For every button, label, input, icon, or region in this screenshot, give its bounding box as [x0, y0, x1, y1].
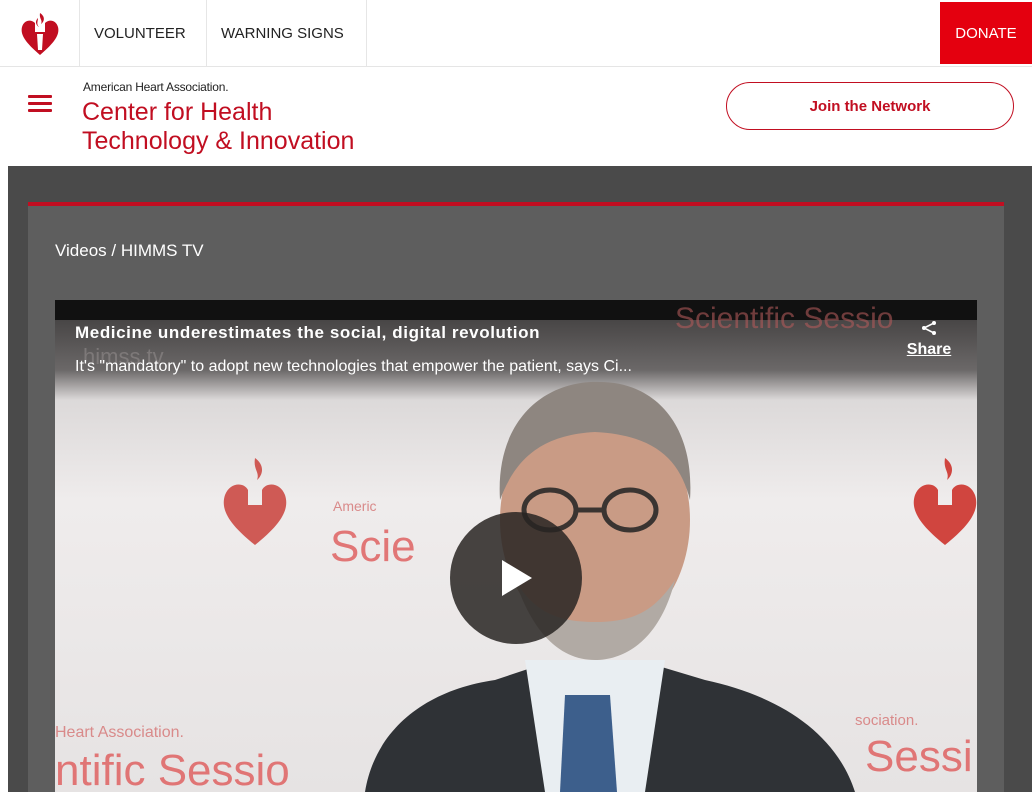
bg-sessions-right-text: Sessi [865, 732, 973, 781]
center-brand-title[interactable]: Center for Health Technology & Innovatio… [82, 98, 354, 156]
bg-heart-logo-left [223, 458, 287, 545]
share-label: Share [906, 341, 952, 358]
hamburger-menu-icon[interactable] [28, 95, 52, 113]
nav-warning-signs[interactable]: WARNING SIGNS [206, 0, 367, 66]
video-subtitle: It's "mandatory" to adopt new technologi… [75, 358, 632, 375]
speaker-figure [365, 381, 855, 792]
donate-button[interactable]: DONATE [940, 2, 1032, 64]
brand-line-1: Center for Health [82, 98, 273, 126]
share-icon [922, 321, 936, 335]
brand-line-2: Technology & Innovation [82, 127, 355, 155]
heart-torch-logo[interactable] [18, 10, 62, 56]
nav-volunteer[interactable]: VOLUNTEER [79, 0, 206, 66]
aha-org-name: American Heart Association. [83, 80, 229, 94]
bg-scientific-top-right-text: Scientific Sessio [675, 302, 894, 335]
video-title[interactable]: Medicine underestimates the social, digi… [75, 323, 540, 343]
bg-heart-logo-right [913, 458, 977, 545]
video-player[interactable]: Scie ons Americ Heart Association. ntifi… [55, 300, 977, 792]
breadcrumb: Videos / HIMMS TV [55, 241, 204, 260]
top-utility-bar: VOLUNTEER WARNING SIGNS DONATE [0, 0, 1032, 67]
bg-heart-association-text: Heart Association. [55, 724, 184, 741]
play-icon [502, 560, 532, 596]
join-network-button[interactable]: Join the Network [726, 82, 1014, 130]
play-button[interactable] [450, 512, 582, 644]
share-button[interactable]: Share [899, 320, 959, 359]
bg-sessions-bottom-text: ntific Sessio [55, 746, 290, 792]
